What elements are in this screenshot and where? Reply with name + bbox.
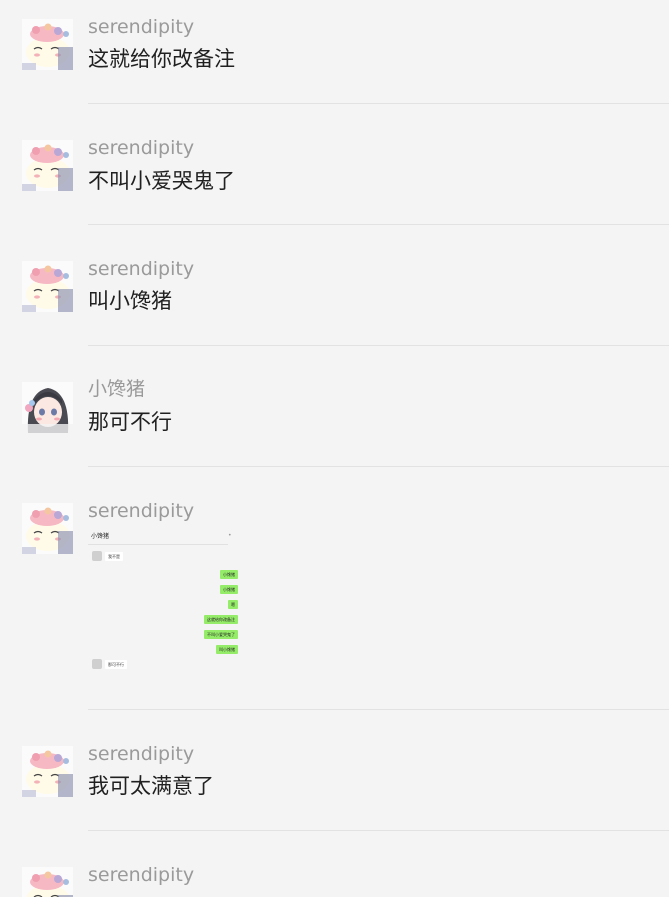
message-item: serendipity 我可太满意了 xyxy=(0,727,669,832)
divider xyxy=(88,466,669,467)
sender-name: serendipity xyxy=(88,16,195,38)
message-item: serendipity xyxy=(0,848,669,897)
mini-chat-title: 小馋猪 xyxy=(91,533,110,540)
divider xyxy=(88,224,669,225)
mini-bubble-incoming: 那可不行 xyxy=(105,660,127,669)
image-attachment[interactable]: 小馋猪 • 我不是 小馋猪 小馋猪 嗯 这就给你改备注 不叫小爱哭鬼了 叫小馋猪… xyxy=(88,529,238,679)
sender-name: 小馋猪 xyxy=(88,378,146,400)
message-text: 不叫小爱哭鬼了 xyxy=(88,169,235,193)
mini-bubble-incoming: 我不是 xyxy=(105,552,123,561)
mini-bubble-outgoing: 小馋猪 xyxy=(220,570,238,579)
message-item: serendipity 不叫小爱哭鬼了 xyxy=(0,121,669,226)
message-item: serendipity 叫小馋猪 xyxy=(0,242,669,347)
message-item: serendipity 这就给你改备注 xyxy=(0,0,669,105)
mini-bubble-outgoing: 不叫小爱哭鬼了 xyxy=(204,630,238,639)
mini-avatar xyxy=(92,659,102,669)
mini-bubble-outgoing: 叫小馋猪 xyxy=(216,645,238,654)
mini-menu-icon: • xyxy=(228,532,232,539)
sender-name: serendipity xyxy=(88,864,195,886)
divider xyxy=(88,709,669,710)
avatar-icon[interactable] xyxy=(22,19,73,70)
mini-avatar xyxy=(92,551,102,561)
divider xyxy=(88,103,669,104)
avatar-icon[interactable] xyxy=(22,140,73,191)
mini-bubble-outgoing: 嗯 xyxy=(228,600,238,609)
avatar-icon[interactable] xyxy=(22,867,73,897)
avatar-icon[interactable] xyxy=(22,746,73,797)
message-item: serendipity 小馋猪 • 我不是 小馋猪 小馋猪 嗯 这就给你改备注 … xyxy=(0,484,669,711)
divider xyxy=(88,830,669,831)
avatar-icon[interactable] xyxy=(22,503,73,554)
mini-bubble-outgoing: 小馋猪 xyxy=(220,585,238,594)
divider xyxy=(88,345,669,346)
sender-name: serendipity xyxy=(88,137,195,159)
message-text: 我可太满意了 xyxy=(88,774,214,798)
message-text: 叫小馋猪 xyxy=(88,289,172,313)
sender-name: serendipity xyxy=(88,743,195,765)
message-list: serendipity 这就给你改备注 serendipity 不叫小爱哭鬼了 … xyxy=(0,0,669,897)
avatar-icon[interactable] xyxy=(22,261,73,312)
mini-bubble-outgoing: 这就给你改备注 xyxy=(204,615,238,624)
message-item: 小馋猪 那可不行 xyxy=(0,363,669,468)
sender-name: serendipity xyxy=(88,258,195,280)
message-text: 这就给你改备注 xyxy=(88,47,235,71)
avatar-icon[interactable] xyxy=(22,382,73,433)
mini-divider xyxy=(88,544,228,545)
message-text: 那可不行 xyxy=(88,410,172,434)
sender-name: serendipity xyxy=(88,500,195,522)
